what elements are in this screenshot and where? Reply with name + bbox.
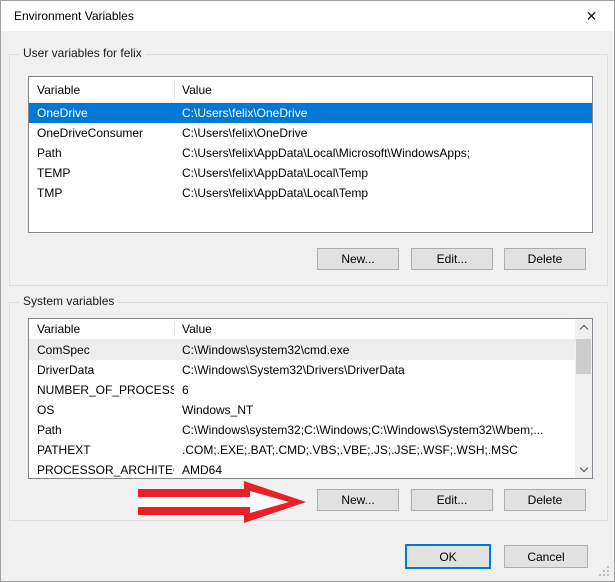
column-header-variable[interactable]: Variable bbox=[29, 83, 174, 97]
variable-cell: PATHEXT bbox=[29, 443, 174, 457]
variable-cell: PROCESSOR_ARCHITECTURE bbox=[29, 463, 174, 477]
table-row[interactable]: PROCESSOR_ARCHITECTURE AMD64 bbox=[29, 460, 577, 479]
value-cell: C:\Windows\system32;C:\Windows;C:\Window… bbox=[174, 423, 577, 437]
scroll-up-button[interactable] bbox=[575, 319, 592, 336]
table-row[interactable]: ComSpec C:\Windows\system32\cmd.exe bbox=[29, 340, 577, 360]
variable-cell: DriverData bbox=[29, 363, 174, 377]
table-row[interactable]: PATHEXT .COM;.EXE;.BAT;.CMD;.VBS;.VBE;.J… bbox=[29, 440, 577, 460]
table-row[interactable]: Path C:\Windows\system32;C:\Windows;C:\W… bbox=[29, 420, 577, 440]
value-cell: 6 bbox=[174, 383, 577, 397]
user-delete-button[interactable]: Delete bbox=[504, 248, 586, 270]
value-cell: C:\Users\felix\AppData\Local\Temp bbox=[174, 166, 592, 180]
column-header-value[interactable]: Value bbox=[174, 322, 212, 336]
column-header-variable[interactable]: Variable bbox=[29, 322, 174, 336]
user-table-header: Variable Value bbox=[29, 77, 592, 103]
variable-cell: Path bbox=[29, 423, 174, 437]
user-variables-group-label: User variables for felix bbox=[19, 46, 146, 61]
scroll-down-button[interactable] bbox=[575, 461, 592, 478]
variable-cell: OneDriveConsumer bbox=[29, 126, 174, 140]
user-variables-table: Variable Value OneDrive C:\Users\felix\O… bbox=[28, 76, 593, 233]
table-row[interactable]: Path C:\Users\felix\AppData\Local\Micros… bbox=[29, 143, 592, 163]
variable-cell: TMP bbox=[29, 186, 174, 200]
scrollbar-thumb[interactable] bbox=[576, 339, 591, 374]
user-new-button[interactable]: New... bbox=[317, 248, 399, 270]
vertical-scrollbar[interactable] bbox=[575, 319, 592, 478]
value-cell: C:\Users\felix\OneDrive bbox=[174, 126, 592, 140]
variable-cell: ComSpec bbox=[29, 343, 174, 357]
window-title: Environment Variables bbox=[14, 9, 134, 23]
value-cell: Windows_NT bbox=[174, 403, 577, 417]
system-new-button[interactable]: New... bbox=[317, 489, 399, 511]
value-cell: AMD64 bbox=[174, 463, 577, 477]
variable-cell: NUMBER_OF_PROCESSORS bbox=[29, 383, 174, 397]
value-cell: C:\Users\felix\AppData\Local\Microsoft\W… bbox=[174, 146, 592, 160]
variable-cell: OneDrive bbox=[29, 106, 174, 120]
system-table-rows: Variable Value ComSpec C:\Windows\system… bbox=[29, 319, 577, 479]
value-cell: C:\Users\felix\AppData\Local\Temp bbox=[174, 186, 592, 200]
resize-grip[interactable] bbox=[598, 565, 611, 578]
table-row[interactable]: TEMP C:\Users\felix\AppData\Local\Temp bbox=[29, 163, 592, 183]
column-header-value[interactable]: Value bbox=[174, 83, 212, 97]
variable-cell: OS bbox=[29, 403, 174, 417]
table-row[interactable]: NUMBER_OF_PROCESSORS 6 bbox=[29, 380, 577, 400]
system-variables-table: Variable Value ComSpec C:\Windows\system… bbox=[28, 318, 593, 479]
system-variables-group-label: System variables bbox=[19, 294, 118, 309]
table-row[interactable]: OneDrive C:\Users\felix\OneDrive bbox=[29, 103, 592, 123]
value-cell: C:\Windows\System32\Drivers\DriverData bbox=[174, 363, 577, 377]
column-divider[interactable] bbox=[174, 80, 175, 99]
close-button[interactable]: ✕ bbox=[569, 1, 614, 31]
table-row[interactable]: DriverData C:\Windows\System32\Drivers\D… bbox=[29, 360, 577, 380]
chevron-down-icon bbox=[579, 464, 587, 472]
variable-cell: Path bbox=[29, 146, 174, 160]
table-row[interactable]: OneDriveConsumer C:\Users\felix\OneDrive bbox=[29, 123, 592, 143]
system-delete-button[interactable]: Delete bbox=[504, 489, 586, 511]
table-row[interactable]: TMP C:\Users\felix\AppData\Local\Temp bbox=[29, 183, 592, 203]
variable-cell: TEMP bbox=[29, 166, 174, 180]
chevron-up-icon bbox=[579, 325, 587, 333]
value-cell: C:\Windows\system32\cmd.exe bbox=[174, 343, 577, 357]
ok-button[interactable]: OK bbox=[405, 544, 491, 569]
system-table-header: Variable Value bbox=[29, 319, 577, 340]
user-edit-button[interactable]: Edit... bbox=[411, 248, 493, 270]
value-cell: C:\Users\felix\OneDrive bbox=[174, 106, 592, 120]
close-icon: ✕ bbox=[586, 8, 598, 25]
cancel-button[interactable]: Cancel bbox=[504, 545, 588, 568]
system-edit-button[interactable]: Edit... bbox=[411, 489, 493, 511]
table-row[interactable]: OS Windows_NT bbox=[29, 400, 577, 420]
environment-variables-dialog: Environment Variables ✕ User variables f… bbox=[0, 0, 615, 582]
column-divider[interactable] bbox=[174, 322, 175, 336]
titlebar: Environment Variables ✕ bbox=[1, 1, 614, 31]
value-cell: .COM;.EXE;.BAT;.CMD;.VBS;.VBE;.JS;.JSE;.… bbox=[174, 443, 577, 457]
